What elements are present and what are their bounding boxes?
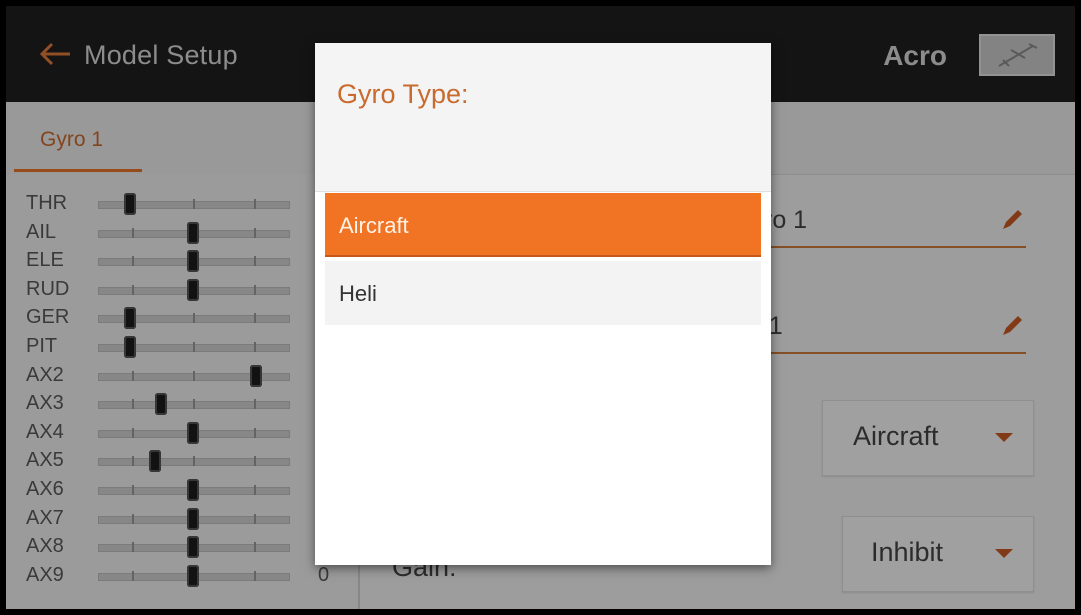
gyro-type-dialog: Gyro Type: Aircraft Heli [315,43,771,565]
dialog-header: Gyro Type: [315,43,771,192]
option-label: Aircraft [339,213,409,238]
dialog-title: Gyro Type: [337,79,469,109]
option-heli[interactable]: Heli [325,261,761,325]
screen: Model Setup Acro Gyro 1 THR AIL ELE RUD GER P… [6,6,1075,609]
option-label: Heli [339,281,377,306]
option-aircraft[interactable]: Aircraft [325,193,761,257]
